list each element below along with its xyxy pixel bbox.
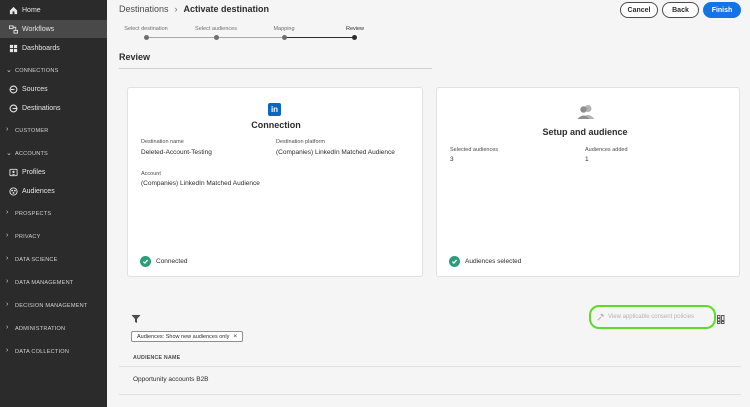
- field-value: 3: [450, 156, 454, 163]
- sidebar-item-label: Sources: [22, 85, 48, 93]
- sidebar-item-label: Profiles: [22, 168, 46, 176]
- workflows-icon: [8, 24, 18, 34]
- users-icon: [577, 104, 595, 125]
- sources-icon: [8, 84, 18, 94]
- step-dot[interactable]: [144, 35, 149, 40]
- step-label-mapping: Mapping: [273, 26, 295, 32]
- filter-tag-label: Audiences: Show new audiences only: [137, 333, 230, 340]
- field-label: Destination name: [141, 139, 184, 145]
- sidebar-section-accounts[interactable]: ⌄ ACCOUNTS: [0, 147, 107, 161]
- field-label: Audiences added: [585, 147, 628, 153]
- step-dot[interactable]: [282, 35, 287, 40]
- checkmark-icon: [140, 256, 151, 267]
- step-label-select-audiences: Select audiences: [195, 26, 237, 32]
- setup-audience-card: Setup and audience Selected audiences 3 …: [436, 87, 740, 277]
- step-label-select-destination: Select destination: [124, 26, 168, 32]
- field-label: Account: [141, 171, 161, 177]
- consent-button-label: View applicable consent policies: [608, 314, 694, 320]
- card-title: Setup and audience: [542, 127, 628, 137]
- sidebar-item-label: Audiences: [22, 187, 55, 195]
- checkmark-icon: [449, 256, 460, 267]
- sidebar-item-dashboards[interactable]: Dashboards: [0, 39, 107, 57]
- sidebar-section-connections[interactable]: ⌄ CONNECTIONS: [0, 64, 107, 78]
- cancel-button[interactable]: Cancel: [620, 2, 658, 18]
- table-row[interactable]: Opportunity accounts B2B: [133, 376, 209, 383]
- sidebar-item-label: Destinations: [22, 104, 61, 112]
- sidebar-item-audiences[interactable]: Audiences: [0, 182, 107, 200]
- breadcrumb: Destinations › Activate destination: [119, 4, 269, 14]
- linkedin-icon: in: [268, 103, 281, 116]
- column-settings-icon[interactable]: [717, 311, 725, 329]
- connection-card: in Connection Destination name Deleted-A…: [127, 87, 423, 277]
- sidebar-item-destinations[interactable]: Destinations: [0, 99, 107, 117]
- chevron-right-icon: ›: [6, 255, 9, 262]
- gavel-icon: [597, 313, 605, 321]
- field-value: 1: [585, 156, 589, 163]
- chevron-right-icon: ›: [6, 278, 9, 285]
- field-label: Selected audiences: [450, 147, 499, 153]
- chevron-right-icon: ›: [6, 232, 9, 239]
- chevron-right-icon: ›: [6, 347, 9, 354]
- step-label-review: Review: [345, 26, 365, 32]
- audiences-icon: [8, 186, 18, 196]
- field-value: (Companies) LinkedIn Matched Audience: [141, 180, 260, 187]
- field-value: Deleted-Account-Testing: [141, 149, 212, 156]
- divider: [119, 366, 741, 367]
- dashboards-icon: [8, 43, 18, 53]
- sidebar-section-customer[interactable]: › CUSTOMER: [0, 124, 107, 138]
- sidebar-section-data-collection[interactable]: › DATA COLLECTION: [0, 345, 107, 359]
- audiences-status: Audiences selected: [449, 256, 521, 267]
- home-icon: [8, 5, 18, 15]
- chevron-right-icon: ›: [6, 324, 9, 331]
- field-value: (Companies) LinkedIn Matched Audience: [276, 149, 395, 156]
- status-label: Connected: [156, 258, 188, 265]
- sidebar-section-prospects[interactable]: › PROSPECTS: [0, 207, 107, 221]
- chevron-down-icon: ⌄: [6, 67, 13, 74]
- status-label: Audiences selected: [465, 258, 522, 265]
- sidebar-item-label: Dashboards: [22, 44, 60, 52]
- card-title: Connection: [251, 120, 301, 130]
- page-title: Activate destination: [183, 4, 270, 14]
- destinations-icon: [8, 103, 18, 113]
- sidebar-item-profiles[interactable]: Profiles: [0, 163, 107, 181]
- section-title: Review: [119, 52, 151, 62]
- chevron-down-icon: ⌄: [6, 150, 13, 157]
- sidebar-section-privacy[interactable]: › PRIVACY: [0, 230, 107, 244]
- connection-status: Connected: [140, 256, 187, 267]
- divider: [119, 68, 432, 69]
- sidebar-section-decision-management[interactable]: › DECISION MANAGEMENT: [0, 299, 107, 313]
- sidebar-item-home[interactable]: Home: [0, 1, 107, 19]
- sidebar-section-data-management[interactable]: › DATA MANAGEMENT: [0, 276, 107, 290]
- step-dot-current: [352, 35, 357, 40]
- filter-icon[interactable]: [131, 311, 141, 329]
- profiles-icon: [8, 167, 18, 177]
- breadcrumb-separator: ›: [174, 4, 178, 14]
- divider: [119, 394, 741, 395]
- sidebar-item-workflows[interactable]: Workflows: [0, 20, 107, 38]
- filter-tag: Audiences: Show new audiences only ×: [131, 331, 244, 342]
- step-dot[interactable]: [214, 35, 219, 40]
- view-consent-policies-button[interactable]: View applicable consent policies: [597, 311, 710, 323]
- field-label: Destination platform: [276, 139, 325, 145]
- column-header-audience-name[interactable]: AUDIENCE NAME: [133, 355, 180, 361]
- sidebar-section-administration[interactable]: › ADMINISTRATION: [0, 322, 107, 336]
- steps-progress-line-active: [284, 37, 354, 38]
- sidebar-item-label: Home: [22, 6, 41, 14]
- chevron-right-icon: ›: [6, 126, 9, 133]
- sidebar-section-data-science[interactable]: › DATA SCIENCE: [0, 253, 107, 267]
- close-icon[interactable]: ×: [233, 333, 237, 340]
- sidebar-item-label: Workflows: [22, 25, 55, 33]
- sidebar-item-sources[interactable]: Sources: [0, 80, 107, 98]
- chevron-right-icon: ›: [6, 209, 9, 216]
- breadcrumb-destinations-link[interactable]: Destinations: [119, 4, 169, 14]
- sidebar: Home Workflows Dashboards ⌄ CONNECTIONS …: [0, 0, 107, 407]
- back-button[interactable]: Back: [662, 2, 699, 18]
- chevron-right-icon: ›: [6, 301, 9, 308]
- finish-button[interactable]: Finish: [703, 2, 741, 18]
